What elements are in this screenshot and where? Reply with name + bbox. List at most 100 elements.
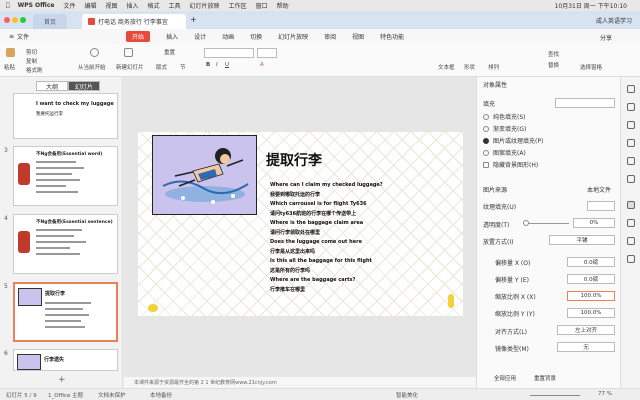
mac-menu-format[interactable]: 格式 bbox=[148, 1, 160, 10]
mac-menu-view[interactable]: 视图 bbox=[105, 1, 117, 10]
effects-icon[interactable] bbox=[627, 255, 635, 263]
tab-home[interactable]: 首页 bbox=[33, 14, 67, 29]
hide-background-checkbox[interactable]: 隐藏背景图形(H) bbox=[483, 160, 538, 169]
transparency-slider-thumb[interactable] bbox=[523, 220, 529, 226]
animation-icon[interactable] bbox=[627, 139, 635, 147]
current-slide[interactable]: 提取行李 Where can I claim my checked luggag… bbox=[138, 132, 463, 316]
user-name[interactable]: 成人英语学习 bbox=[596, 16, 632, 25]
apple-icon[interactable]:  bbox=[6, 2, 10, 9]
find-button[interactable]: 查找 bbox=[548, 50, 559, 58]
transparency-input[interactable]: 0% bbox=[573, 218, 615, 228]
menu-animation[interactable]: 动画 bbox=[222, 32, 234, 41]
picture-icon[interactable] bbox=[627, 219, 635, 227]
fill-option-picture[interactable]: 图片或纹理填充(P) bbox=[483, 136, 543, 145]
minimize-dot[interactable] bbox=[12, 17, 18, 23]
fill-section-label[interactable]: 填充 bbox=[483, 99, 495, 108]
menu-view[interactable]: 视图 bbox=[352, 32, 364, 41]
mac-menu-app[interactable]: WPS Office bbox=[18, 2, 55, 9]
shape-icon[interactable] bbox=[627, 121, 635, 129]
mac-menu-tools[interactable]: 工具 bbox=[169, 1, 181, 10]
adjust-icon[interactable] bbox=[627, 201, 635, 209]
scale-x-input[interactable]: 100.0% bbox=[567, 291, 615, 301]
mac-menu-insert[interactable]: 插入 bbox=[127, 1, 139, 10]
settings-icon[interactable] bbox=[627, 157, 635, 165]
offset-y-input[interactable]: 0.0磅 bbox=[567, 274, 615, 284]
textbox-button[interactable]: 文本框 bbox=[438, 63, 455, 71]
properties-icon[interactable] bbox=[627, 85, 635, 93]
menu-features[interactable]: 特色功能 bbox=[380, 32, 404, 41]
tab-document[interactable]: 打电话 商务旅行 行李事宜 bbox=[82, 14, 186, 29]
slide-image[interactable] bbox=[152, 135, 257, 215]
new-slide-icon[interactable] bbox=[124, 48, 133, 57]
paste-icon[interactable] bbox=[6, 48, 15, 57]
align-select[interactable]: 左上对齐 bbox=[557, 325, 615, 335]
font-family-select[interactable] bbox=[204, 48, 254, 58]
menu-file[interactable]: 文件 bbox=[17, 32, 29, 41]
close-dot[interactable] bbox=[4, 17, 10, 23]
slide-thumb-3[interactable]: 不Ng会备用(Essential word) bbox=[13, 146, 118, 206]
texture-fill-select[interactable] bbox=[587, 201, 615, 211]
new-tab-icon[interactable]: + bbox=[190, 15, 197, 24]
font-size-select[interactable] bbox=[257, 48, 277, 58]
layers-icon[interactable] bbox=[627, 175, 635, 183]
zoom-level[interactable]: 77 % bbox=[598, 391, 612, 397]
doc-protect-status[interactable]: 文档未保护 bbox=[98, 391, 126, 399]
arrange-button[interactable]: 排列 bbox=[488, 63, 499, 71]
local-file-button[interactable]: 本地文件 bbox=[587, 185, 611, 194]
italic-icon[interactable]: I bbox=[216, 62, 218, 68]
mac-menu-file[interactable]: 文件 bbox=[63, 1, 75, 10]
slide-title[interactable]: 提取行李 bbox=[266, 150, 322, 170]
zoom-dot[interactable] bbox=[20, 17, 26, 23]
menu-review[interactable]: 审阅 bbox=[324, 32, 336, 41]
select-pane-button[interactable]: 选择窗格 bbox=[580, 63, 602, 71]
reset-background-button[interactable]: 重置背景 bbox=[527, 373, 563, 383]
menu-design[interactable]: 设计 bbox=[194, 32, 206, 41]
crop-icon[interactable] bbox=[627, 237, 635, 245]
fill-option-gradient[interactable]: 渐变填充(G) bbox=[483, 124, 526, 133]
share-button[interactable]: 分享 bbox=[600, 33, 612, 42]
format-painter-button[interactable]: 格式刷 bbox=[26, 66, 43, 74]
play-icon[interactable] bbox=[90, 48, 99, 57]
scale-y-input[interactable]: 100.0% bbox=[567, 308, 615, 318]
cut-button[interactable]: 剪切 bbox=[26, 48, 37, 56]
zoom-slider[interactable] bbox=[530, 395, 580, 396]
bold-icon[interactable]: B bbox=[206, 62, 210, 68]
mirror-select[interactable]: 无 bbox=[557, 342, 615, 352]
local-backup-status[interactable]: 本地备份 bbox=[150, 391, 172, 399]
new-slide-button[interactable]: 新建幻灯片 bbox=[116, 63, 144, 71]
layout-button[interactable]: 版式 bbox=[156, 63, 167, 71]
fill-color-select[interactable] bbox=[555, 98, 615, 108]
menu-transition[interactable]: 切换 bbox=[250, 32, 262, 41]
fill-option-solid[interactable]: 纯色填充(S) bbox=[483, 112, 526, 121]
menu-slideshow[interactable]: 幻灯片放映 bbox=[278, 32, 308, 41]
paste-button[interactable]: 粘贴 bbox=[4, 63, 15, 71]
font-color-icon[interactable]: A bbox=[260, 62, 264, 68]
mac-menu-slideshow[interactable]: 幻灯片放映 bbox=[190, 1, 220, 10]
from-current-button[interactable]: 从当前开始 bbox=[78, 63, 106, 71]
mac-menu-edit[interactable]: 编辑 bbox=[84, 1, 96, 10]
smart-beautify-button[interactable]: 智能美化 bbox=[396, 391, 418, 399]
slide-thumb-5[interactable]: 提取行李 bbox=[13, 282, 118, 342]
placement-select[interactable]: 平铺 bbox=[549, 235, 615, 245]
tab-slides[interactable]: 幻灯片 bbox=[68, 81, 100, 91]
add-slide-icon[interactable]: + bbox=[58, 375, 66, 385]
slide-thumb-6[interactable]: 行李遗失 bbox=[13, 349, 118, 371]
reset-button[interactable]: 重置 bbox=[164, 48, 175, 56]
mac-menu-help[interactable]: 帮助 bbox=[277, 1, 289, 10]
tab-outline[interactable]: 大纲 bbox=[36, 81, 68, 91]
offset-x-input[interactable]: 0.0磅 bbox=[567, 257, 615, 267]
shape-button[interactable]: 形状 bbox=[464, 63, 475, 71]
hamburger-icon[interactable]: ≡ bbox=[9, 33, 14, 40]
mac-menu-window[interactable]: 窗口 bbox=[256, 1, 268, 10]
slide-thumb-2[interactable]: I want to check my luggage 我要托运行李 bbox=[13, 93, 118, 139]
notes-bar[interactable]: 本课件来源于资源最齐全的第 2 1 世纪教育网www.21cnjy.com bbox=[124, 377, 476, 388]
copy-button[interactable]: 复制 bbox=[26, 57, 37, 65]
replace-button[interactable]: 替换 bbox=[548, 61, 559, 69]
underline-icon[interactable]: U bbox=[225, 62, 229, 68]
slide-body[interactable]: Where can I claim my checked luggage? 我要… bbox=[270, 181, 420, 295]
menu-start[interactable]: 开始 bbox=[126, 31, 151, 42]
mac-menu-workspace[interactable]: 工作区 bbox=[229, 1, 247, 10]
section-button[interactable]: 节 bbox=[180, 63, 186, 71]
slide-thumb-4[interactable]: 不Ng会备用(Essential sentence) bbox=[13, 214, 118, 274]
menu-insert[interactable]: 插入 bbox=[166, 32, 178, 41]
